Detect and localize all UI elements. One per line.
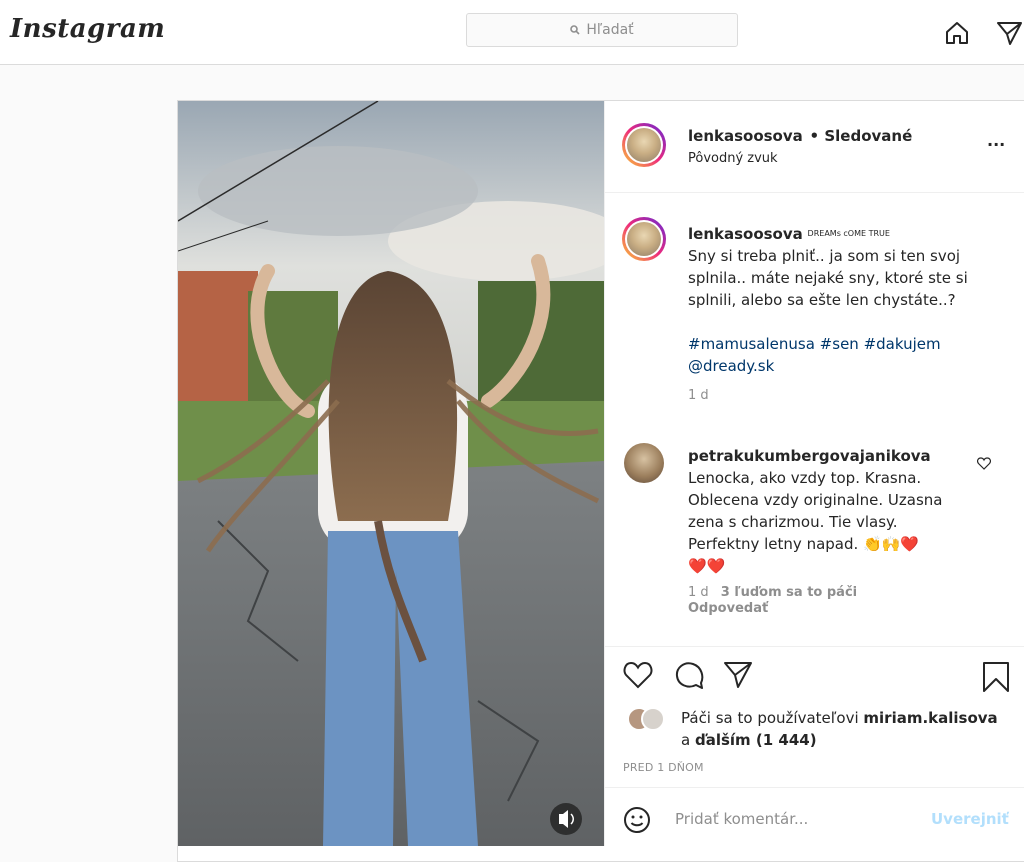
likes-prefix: Páči sa to používateľovi <box>681 709 859 727</box>
commenter-avatar[interactable] <box>624 443 664 483</box>
caption-line: splnili, alebo sa ešte len chystáte..? <box>688 291 956 309</box>
reply-button[interactable]: Odpovedať <box>688 601 978 617</box>
post-timestamp[interactable]: PRED 1 DŇOM <box>623 761 704 774</box>
comment-line: Lenocka, ako vzdy top. Krasna. <box>688 469 922 487</box>
author-avatar[interactable] <box>622 123 666 167</box>
comment: petrakukumbergovajanikova Lenocka, ako v… <box>688 445 978 617</box>
post-header: lenkasoosova • Sledované Pôvodný zvuk ..… <box>605 101 1024 193</box>
comment-line: ❤️❤️ <box>688 557 726 575</box>
more-options-button[interactable]: ... <box>987 131 1005 150</box>
liker-username[interactable]: miriam.kalisova <box>863 709 997 727</box>
caption-line: splnila.. máte nejaké sny, ktoré ste si <box>688 269 968 287</box>
comment-username[interactable]: petrakukumbergovajanikova <box>688 445 978 467</box>
caption-time[interactable]: 1 d <box>688 385 1018 407</box>
comments-area: lenkasoosova DREAMs cOME TRUE Sny si tre… <box>605 193 1024 645</box>
comment-icon[interactable] <box>675 661 705 691</box>
top-navigation-bar: Instagram Hľadať <box>0 0 1024 65</box>
video-frame <box>178 101 604 846</box>
likes-and: a <box>681 731 691 749</box>
likes-others-count[interactable]: ďalším (1 444) <box>695 731 817 749</box>
sound-toggle-button[interactable] <box>550 803 582 835</box>
search-placeholder: Hľadať <box>586 22 634 38</box>
like-heart-icon[interactable] <box>623 661 653 689</box>
caption: lenkasoosova DREAMs cOME TRUE Sny si tre… <box>688 223 1018 407</box>
caption-hashtags[interactable]: #mamusalenusa #sen #dakujem <box>688 333 1018 355</box>
comment-input[interactable]: Pridať komentár... <box>675 810 808 828</box>
comment-likes[interactable]: 3 ľuďom sa to páči <box>721 585 857 600</box>
post-actions: Páči sa to používateľovi miriam.kalisova… <box>605 646 1024 787</box>
comment-line: zena s charizmou. Tie vlasy. <box>688 513 898 531</box>
add-comment-bar: Pridať komentár... Uverejniť <box>605 787 1024 848</box>
comment-line: Oblecena vzdy originalne. Uzasna <box>688 491 943 509</box>
search-bar[interactable]: Hľadať <box>466 13 738 47</box>
likes-summary: Páči sa to používateľovi miriam.kalisova… <box>681 707 1021 751</box>
search-icon <box>570 25 580 35</box>
home-icon[interactable] <box>944 20 970 46</box>
post-card: lenkasoosova • Sledované Pôvodný zvuk ..… <box>177 100 1024 862</box>
caption-badge: DREAMs cOME TRUE <box>807 229 890 238</box>
follow-status[interactable]: • Sledované <box>810 127 913 145</box>
caption-mention[interactable]: @dready.sk <box>688 355 1018 377</box>
caption-avatar[interactable] <box>622 217 666 261</box>
share-icon[interactable] <box>723 661 753 689</box>
comment-like-heart-icon[interactable] <box>977 457 991 470</box>
emoji-icon[interactable] <box>623 806 651 834</box>
comment-line: Perfektny letny napad. 👏🙌❤️ <box>688 535 920 553</box>
liker-avatar <box>641 707 665 731</box>
post-video[interactable] <box>178 101 604 846</box>
instagram-logo[interactable]: Instagram <box>10 14 165 44</box>
original-audio-link[interactable]: Pôvodný zvuk <box>688 151 778 166</box>
post-comment-button[interactable]: Uverejniť <box>931 810 1009 828</box>
caption-line: Sny si treba plniť.. ja som si ten svoj <box>688 247 961 265</box>
post-sidebar: lenkasoosova • Sledované Pôvodný zvuk ..… <box>604 101 1024 846</box>
caption-username[interactable]: lenkasoosova <box>688 225 803 243</box>
author-username[interactable]: lenkasoosova <box>688 127 803 145</box>
comment-time[interactable]: 1 d <box>688 585 709 600</box>
direct-message-icon[interactable] <box>996 20 1022 46</box>
save-bookmark-icon[interactable] <box>981 661 1011 693</box>
